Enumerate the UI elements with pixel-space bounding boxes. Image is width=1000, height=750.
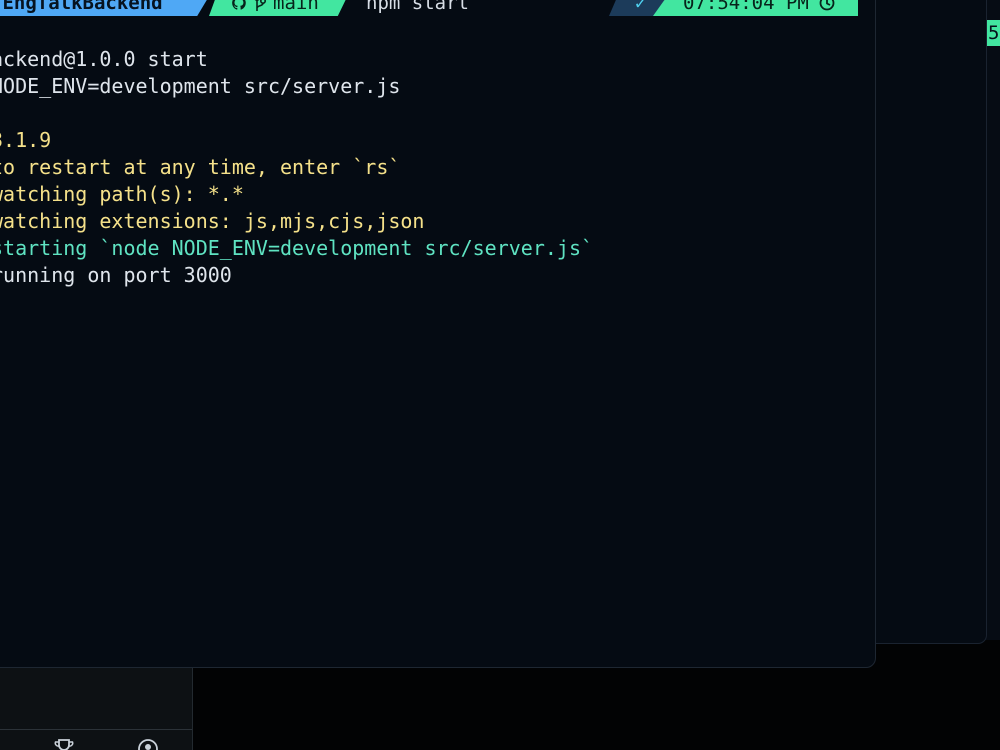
prompt-git-segment: main bbox=[209, 0, 349, 16]
background-window-prompt-chip: 5: bbox=[986, 20, 1000, 46]
git-branch-icon bbox=[253, 0, 267, 12]
sidebar-divider bbox=[0, 729, 192, 730]
prompt-branch: main bbox=[273, 0, 319, 14]
background-terminal-window[interactable] bbox=[860, 0, 987, 644]
output-line: running on port 3000 bbox=[0, 263, 232, 287]
clock-icon bbox=[819, 0, 835, 11]
github-octocat-icon bbox=[231, 0, 247, 11]
user-circle-icon[interactable] bbox=[137, 738, 159, 750]
output-line: starting `node NODE_ENV=development src/… bbox=[0, 236, 594, 260]
output-line: 3.1.9 bbox=[0, 128, 52, 152]
prompt-command-segment: npm start bbox=[366, 0, 566, 16]
prompt-time: 07:54:04 PM bbox=[683, 0, 809, 14]
output-line: to restart at any time, enter `rs` bbox=[0, 155, 401, 179]
prompt-time-segment: 07:54:04 PM bbox=[653, 0, 858, 16]
prompt-command: npm start bbox=[366, 0, 469, 14]
trophy-icon[interactable] bbox=[53, 738, 75, 750]
prompt-path: /EngTalkBackend bbox=[0, 0, 163, 14]
shell-prompt-bar: /EngTalkBackend main npm start ✓ 07:54:0… bbox=[0, 0, 861, 16]
prompt-path-segment: /EngTalkBackend bbox=[0, 0, 211, 16]
output-line: watching path(s): *.* bbox=[0, 182, 244, 206]
terminal-window[interactable]: /EngTalkBackend main npm start ✓ 07:54:0… bbox=[0, 0, 876, 668]
output-line: ackend@1.0.0 start bbox=[0, 47, 208, 71]
desktop: 5: /EngTalkBackend bbox=[0, 0, 1000, 750]
output-line: NODE_ENV=development src/server.js bbox=[0, 74, 401, 98]
output-line: watching extensions: js,mjs,cjs,json bbox=[0, 209, 425, 233]
check-icon: ✓ bbox=[634, 0, 647, 14]
